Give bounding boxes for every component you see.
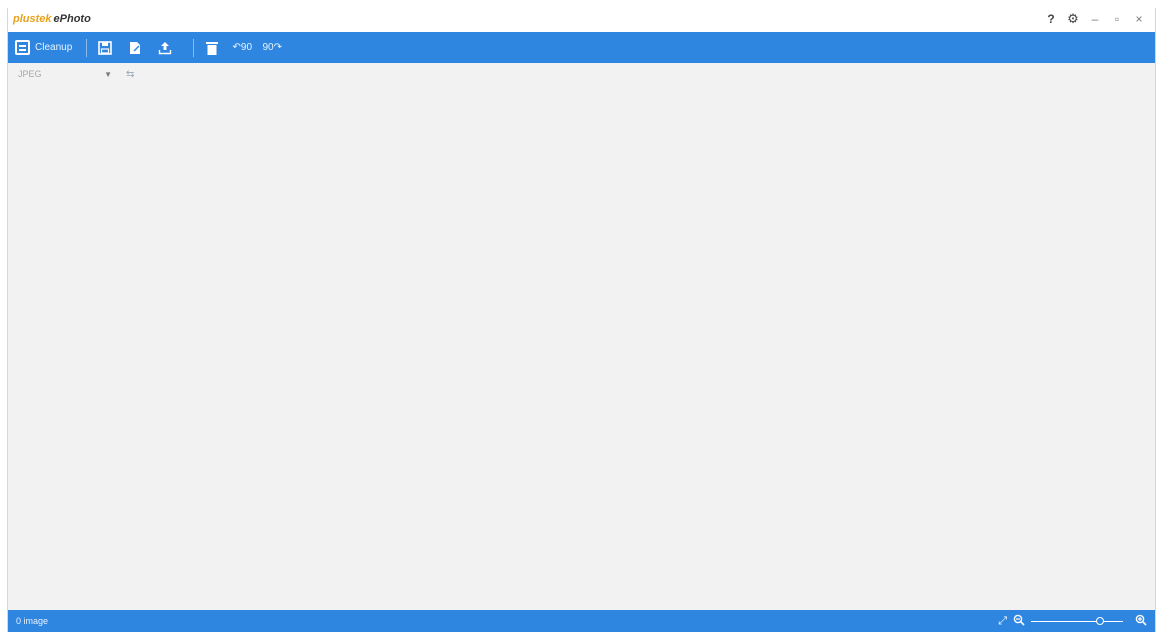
- rotate-right-button[interactable]: 90↷: [262, 32, 283, 63]
- toolbar-divider: [193, 38, 195, 57]
- format-value: JPEG: [18, 69, 42, 79]
- delete-icon: [204, 40, 220, 56]
- chevron-down-icon: ▼: [104, 69, 112, 79]
- format-dropdown[interactable]: JPEG ▼: [18, 69, 116, 79]
- cleanup-label: Cleanup: [35, 42, 73, 53]
- rotate-right-90-icon: 90↷: [262, 42, 283, 53]
- toolbar: Cleanup ↶90 90↷: [8, 32, 1155, 63]
- edit-icon: [127, 40, 143, 56]
- fit-view-icon[interactable]: ⤢: [998, 615, 1007, 628]
- restore-button[interactable]: ▫: [1111, 11, 1123, 27]
- upload-icon: [157, 40, 173, 56]
- upload-button[interactable]: [155, 32, 175, 63]
- close-button[interactable]: ×: [1133, 11, 1145, 27]
- delete-button[interactable]: [202, 32, 222, 63]
- zoom-controls: ⤢: [992, 610, 1147, 632]
- save-button[interactable]: [95, 32, 115, 63]
- image-count: 0 image: [16, 616, 49, 626]
- status-bar: 0 image ⤢: [8, 610, 1155, 632]
- cleanup-icon: [15, 40, 30, 55]
- zoom-in-icon[interactable]: [1135, 614, 1147, 629]
- edit-button[interactable]: [125, 32, 145, 63]
- swap-icon[interactable]: ⇆: [126, 69, 134, 80]
- minimize-button[interactable]: –: [1089, 11, 1101, 27]
- title-bar: plustek ePhoto ? ⚙ – ▫ ×: [8, 8, 1155, 33]
- brand-name: ePhoto: [53, 13, 91, 25]
- settings-gear-icon[interactable]: ⚙: [1067, 11, 1079, 27]
- zoom-slider-handle[interactable]: [1096, 616, 1104, 625]
- rotate-left-button[interactable]: ↶90: [232, 32, 253, 63]
- help-button[interactable]: ?: [1045, 11, 1057, 27]
- save-icon: [97, 40, 113, 56]
- app-window: plustek ePhoto ? ⚙ – ▫ × Cleanup ↶90 90↷…: [7, 8, 1156, 632]
- toolbar-divider: [86, 38, 88, 57]
- zoom-slider[interactable]: [1031, 616, 1123, 625]
- zoom-out-icon[interactable]: [1013, 614, 1025, 629]
- format-row: JPEG ▼ ⇆: [18, 66, 134, 82]
- app-title: plustek ePhoto: [13, 13, 91, 25]
- window-controls: ? ⚙ – ▫ ×: [1045, 11, 1145, 27]
- brand-prefix: plustek: [13, 13, 52, 25]
- cleanup-button[interactable]: Cleanup: [15, 32, 78, 63]
- rotate-left-90-icon: ↶90: [232, 42, 253, 53]
